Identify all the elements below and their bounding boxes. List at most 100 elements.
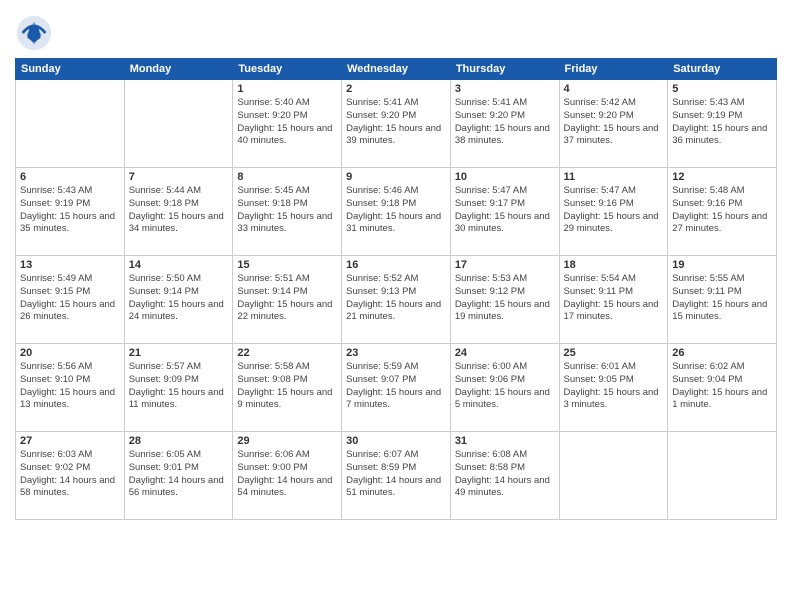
week-row-4: 20 Sunrise: 5:56 AM Sunset: 9:10 PM Dayli… <box>16 344 777 432</box>
day-info: Sunrise: 5:49 AM Sunset: 9:15 PM Dayligh… <box>20 273 120 324</box>
day-info: Sunrise: 5:43 AM Sunset: 9:19 PM Dayligh… <box>20 185 120 236</box>
day-cell <box>124 80 233 168</box>
weekday-header-wednesday: Wednesday <box>342 59 451 80</box>
day-cell: 5 Sunrise: 5:43 AM Sunset: 9:19 PM Daylig… <box>668 80 777 168</box>
day-number: 25 <box>564 347 664 359</box>
day-info: Sunrise: 6:06 AM Sunset: 9:00 PM Dayligh… <box>237 449 337 500</box>
day-cell: 23Sunrise: 5:59 AM Sunset: 9:07 PM Dayli… <box>342 344 451 432</box>
day-cell: 10 Sunrise: 5:47 AM Sunset: 9:17 PM Dayli… <box>450 168 559 256</box>
day-cell: 13 Sunrise: 5:49 AM Sunset: 9:15 PM Dayli… <box>16 256 125 344</box>
day-number: 22 <box>237 347 337 359</box>
weekday-header-thursday: Thursday <box>450 59 559 80</box>
day-number: 26 <box>672 347 772 359</box>
header <box>15 10 777 52</box>
day-cell: 14 Sunrise: 5:50 AM Sunset: 9:14 PM Dayli… <box>124 256 233 344</box>
day-number: 24 <box>455 347 555 359</box>
page: SundayMondayTuesdayWednesdayThursdayFrid… <box>0 0 792 612</box>
day-info: Sunrise: 6:01 AM Sunset: 9:05 PM Dayligh… <box>564 361 664 412</box>
day-info: Sunrise: 6:05 AM Sunset: 9:01 PM Dayligh… <box>129 449 229 500</box>
day-cell: 3Sunrise: 5:41 AM Sunset: 9:20 PM Daylig… <box>450 80 559 168</box>
weekday-header-monday: Monday <box>124 59 233 80</box>
day-cell: 31Sunrise: 6:08 AM Sunset: 8:58 PM Dayli… <box>450 432 559 520</box>
weekday-header-tuesday: Tuesday <box>233 59 342 80</box>
week-row-3: 13 Sunrise: 5:49 AM Sunset: 9:15 PM Dayli… <box>16 256 777 344</box>
day-cell: 20 Sunrise: 5:56 AM Sunset: 9:10 PM Dayli… <box>16 344 125 432</box>
day-number: 14 <box>129 259 229 271</box>
day-info: Sunrise: 5:41 AM Sunset: 9:20 PM Dayligh… <box>346 97 446 148</box>
day-info: Sunrise: 6:08 AM Sunset: 8:58 PM Dayligh… <box>455 449 555 500</box>
day-number: 4 <box>564 83 664 95</box>
week-row-2: 6 Sunrise: 5:43 AM Sunset: 9:19 PM Daylig… <box>16 168 777 256</box>
day-info: Sunrise: 5:47 AM Sunset: 9:16 PM Dayligh… <box>564 185 664 236</box>
day-cell: 18 Sunrise: 5:54 AM Sunset: 9:11 PM Dayli… <box>559 256 668 344</box>
day-cell: 28Sunrise: 6:05 AM Sunset: 9:01 PM Dayli… <box>124 432 233 520</box>
calendar: SundayMondayTuesdayWednesdayThursdayFrid… <box>15 58 777 520</box>
day-info: Sunrise: 5:55 AM Sunset: 9:11 PM Dayligh… <box>672 273 772 324</box>
day-info: Sunrise: 5:43 AM Sunset: 9:19 PM Dayligh… <box>672 97 772 148</box>
day-number: 11 <box>564 171 664 183</box>
day-number: 20 <box>20 347 120 359</box>
day-info: Sunrise: 5:52 AM Sunset: 9:13 PM Dayligh… <box>346 273 446 324</box>
day-number: 16 <box>346 259 446 271</box>
day-info: Sunrise: 5:50 AM Sunset: 9:14 PM Dayligh… <box>129 273 229 324</box>
day-info: Sunrise: 6:07 AM Sunset: 8:59 PM Dayligh… <box>346 449 446 500</box>
day-info: Sunrise: 5:42 AM Sunset: 9:20 PM Dayligh… <box>564 97 664 148</box>
day-number: 29 <box>237 435 337 447</box>
day-number: 9 <box>346 171 446 183</box>
weekday-header-row: SundayMondayTuesdayWednesdayThursdayFrid… <box>16 59 777 80</box>
day-number: 3 <box>455 83 555 95</box>
day-info: Sunrise: 5:46 AM Sunset: 9:18 PM Dayligh… <box>346 185 446 236</box>
weekday-header-sunday: Sunday <box>16 59 125 80</box>
logo <box>15 14 55 52</box>
day-info: Sunrise: 5:47 AM Sunset: 9:17 PM Dayligh… <box>455 185 555 236</box>
day-number: 17 <box>455 259 555 271</box>
day-info: Sunrise: 5:53 AM Sunset: 9:12 PM Dayligh… <box>455 273 555 324</box>
day-cell <box>16 80 125 168</box>
day-info: Sunrise: 5:44 AM Sunset: 9:18 PM Dayligh… <box>129 185 229 236</box>
day-cell: 6 Sunrise: 5:43 AM Sunset: 9:19 PM Daylig… <box>16 168 125 256</box>
day-info: Sunrise: 6:03 AM Sunset: 9:02 PM Dayligh… <box>20 449 120 500</box>
day-cell <box>559 432 668 520</box>
day-cell: 24 Sunrise: 6:00 AM Sunset: 9:06 PM Dayli… <box>450 344 559 432</box>
day-cell: 1 Sunrise: 5:40 AM Sunset: 9:20 PM Daylig… <box>233 80 342 168</box>
day-number: 13 <box>20 259 120 271</box>
logo-icon <box>15 14 53 52</box>
day-cell: 19Sunrise: 5:55 AM Sunset: 9:11 PM Dayli… <box>668 256 777 344</box>
day-number: 10 <box>455 171 555 183</box>
day-number: 1 <box>237 83 337 95</box>
day-info: Sunrise: 5:51 AM Sunset: 9:14 PM Dayligh… <box>237 273 337 324</box>
day-cell <box>668 432 777 520</box>
day-cell: 15 Sunrise: 5:51 AM Sunset: 9:14 PM Dayli… <box>233 256 342 344</box>
day-info: Sunrise: 5:40 AM Sunset: 9:20 PM Dayligh… <box>237 97 337 148</box>
day-info: Sunrise: 6:00 AM Sunset: 9:06 PM Dayligh… <box>455 361 555 412</box>
day-cell: 26 Sunrise: 6:02 AM Sunset: 9:04 PM Dayli… <box>668 344 777 432</box>
day-number: 2 <box>346 83 446 95</box>
day-number: 18 <box>564 259 664 271</box>
day-cell: 11 Sunrise: 5:47 AM Sunset: 9:16 PM Dayli… <box>559 168 668 256</box>
day-number: 8 <box>237 171 337 183</box>
day-info: Sunrise: 5:59 AM Sunset: 9:07 PM Dayligh… <box>346 361 446 412</box>
day-cell: 7 Sunrise: 5:44 AM Sunset: 9:18 PM Daylig… <box>124 168 233 256</box>
day-cell: 12Sunrise: 5:48 AM Sunset: 9:16 PM Dayli… <box>668 168 777 256</box>
day-number: 27 <box>20 435 120 447</box>
day-info: Sunrise: 5:48 AM Sunset: 9:16 PM Dayligh… <box>672 185 772 236</box>
day-cell: 22 Sunrise: 5:58 AM Sunset: 9:08 PM Dayli… <box>233 344 342 432</box>
day-cell: 17 Sunrise: 5:53 AM Sunset: 9:12 PM Dayli… <box>450 256 559 344</box>
day-cell: 8 Sunrise: 5:45 AM Sunset: 9:18 PM Daylig… <box>233 168 342 256</box>
week-row-1: 1 Sunrise: 5:40 AM Sunset: 9:20 PM Daylig… <box>16 80 777 168</box>
day-info: Sunrise: 5:57 AM Sunset: 9:09 PM Dayligh… <box>129 361 229 412</box>
day-cell: 25 Sunrise: 6:01 AM Sunset: 9:05 PM Dayli… <box>559 344 668 432</box>
day-number: 5 <box>672 83 772 95</box>
day-number: 15 <box>237 259 337 271</box>
day-number: 6 <box>20 171 120 183</box>
weekday-header-saturday: Saturday <box>668 59 777 80</box>
week-row-5: 27 Sunrise: 6:03 AM Sunset: 9:02 PM Dayli… <box>16 432 777 520</box>
day-info: Sunrise: 5:45 AM Sunset: 9:18 PM Dayligh… <box>237 185 337 236</box>
day-info: Sunrise: 5:56 AM Sunset: 9:10 PM Dayligh… <box>20 361 120 412</box>
day-info: Sunrise: 6:02 AM Sunset: 9:04 PM Dayligh… <box>672 361 772 412</box>
day-info: Sunrise: 5:58 AM Sunset: 9:08 PM Dayligh… <box>237 361 337 412</box>
day-cell: 16 Sunrise: 5:52 AM Sunset: 9:13 PM Dayli… <box>342 256 451 344</box>
day-cell: 27 Sunrise: 6:03 AM Sunset: 9:02 PM Dayli… <box>16 432 125 520</box>
day-number: 7 <box>129 171 229 183</box>
day-info: Sunrise: 5:54 AM Sunset: 9:11 PM Dayligh… <box>564 273 664 324</box>
